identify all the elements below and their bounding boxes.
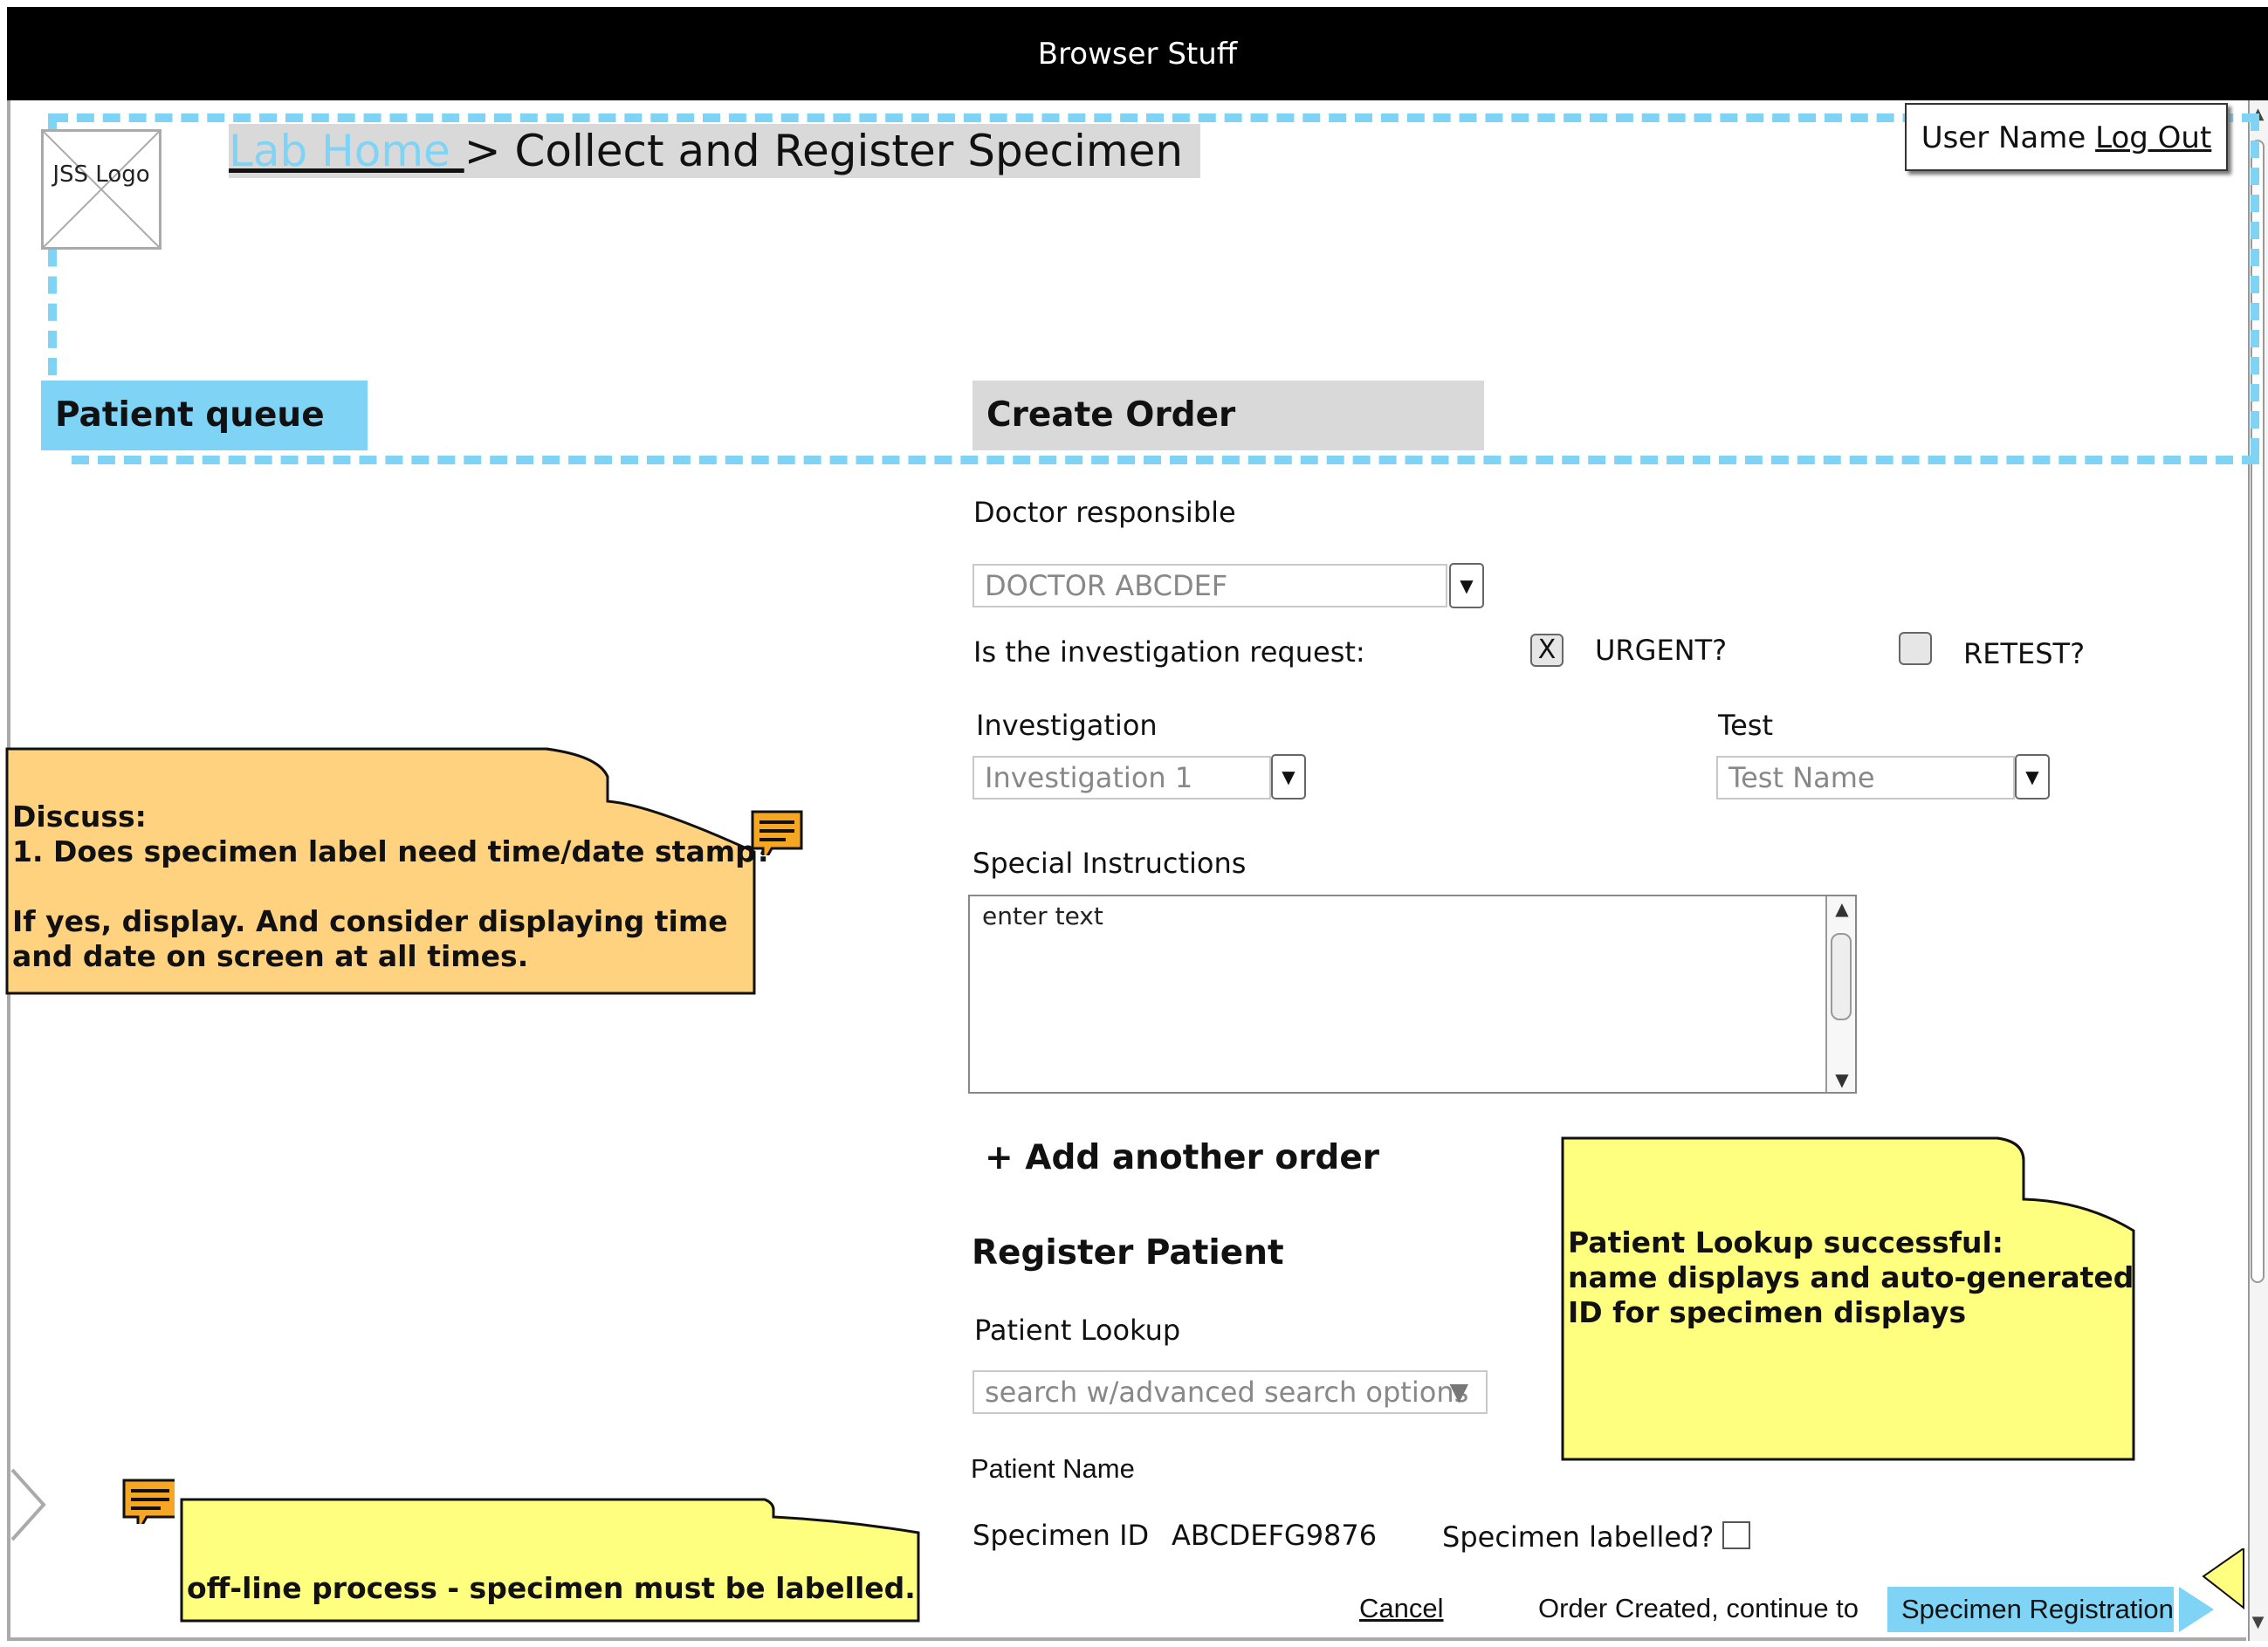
callout-pointer-icon xyxy=(2202,1548,2244,1609)
user-box: User Name Log Out xyxy=(1905,103,2228,171)
doctor-label: Doctor responsible xyxy=(973,496,1236,529)
header-highlight-right xyxy=(2251,113,2259,456)
patient-name-label: Patient Name xyxy=(971,1453,1135,1484)
chevron-down-icon[interactable]: ▼ xyxy=(1271,754,1306,799)
test-select[interactable]: Test Name xyxy=(1716,756,2015,799)
breadcrumb-home-link[interactable]: Lab Home xyxy=(229,126,464,176)
image-placeholder-icon xyxy=(44,132,159,247)
offline-note: off-line process - specimen must be labe… xyxy=(187,1571,916,1605)
discuss-note: Discuss: 1. Does specimen label need tim… xyxy=(12,799,773,973)
add-another-order-link[interactable]: + Add another order xyxy=(985,1138,1379,1177)
patient-lookup-label: Patient Lookup xyxy=(974,1314,1181,1347)
logout-link[interactable]: Log Out xyxy=(2095,120,2211,155)
patient-lookup-search[interactable]: search w/advanced search options ▼ xyxy=(972,1370,1488,1414)
continue-text: Order Created, continue to xyxy=(1538,1593,1859,1623)
patient-lookup-placeholder: search w/advanced search options xyxy=(985,1376,1469,1409)
test-label: Test xyxy=(1718,709,1774,742)
doctor-select[interactable]: DOCTOR ABCDEF xyxy=(972,564,1447,607)
urgent-checkbox[interactable]: X xyxy=(1530,634,1564,667)
logo-text: JSS Logo xyxy=(52,161,150,188)
browser-title-bar: Browser Stuff xyxy=(7,7,2268,100)
special-instructions-label: Special Instructions xyxy=(972,847,1247,880)
comment-icon[interactable] xyxy=(122,1479,175,1524)
cancel-link[interactable]: Cancel xyxy=(1359,1593,1444,1624)
tab-patient-queue[interactable]: Patient queue xyxy=(41,381,368,450)
comment-icon[interactable] xyxy=(751,810,803,855)
chevron-down-icon[interactable]: ▼ xyxy=(2015,754,2050,799)
specimen-labelled-checkbox[interactable] xyxy=(1722,1521,1750,1549)
specimen-labelled-label: Specimen labelled? xyxy=(1442,1520,1715,1554)
specimen-registration-button[interactable]: Specimen Registration xyxy=(1887,1587,2174,1632)
retest-checkbox[interactable] xyxy=(1899,632,1932,665)
breadcrumb-separator: > xyxy=(464,126,501,176)
textarea-scroll-thumb[interactable] xyxy=(1831,933,1852,1020)
specimen-id-label: Specimen ID xyxy=(972,1519,1150,1552)
investigation-label: Investigation xyxy=(976,709,1158,742)
user-name: User Name xyxy=(1921,120,2086,155)
textarea-scrollbar[interactable]: ▲ ▼ xyxy=(1825,896,1855,1092)
special-instructions-text: enter text xyxy=(982,902,1103,930)
chevron-down-icon[interactable]: ▼ xyxy=(1449,563,1484,608)
jss-logo: JSS Logo xyxy=(41,129,162,250)
browser-title: Browser Stuff xyxy=(1037,36,1238,72)
investigation-select[interactable]: Investigation 1 xyxy=(972,756,1271,799)
request-type-label: Is the investigation request: xyxy=(973,635,1365,669)
page-title: Collect and Register Specimen xyxy=(514,126,1184,176)
lookup-note: Patient Lookup successful: name displays… xyxy=(1568,1225,2134,1329)
urgent-label: URGENT? xyxy=(1595,634,1728,667)
dropdown-arrow-icon[interactable]: ▼ xyxy=(1449,1372,1468,1412)
retest-label: RETEST? xyxy=(1963,637,2086,670)
scroll-down-arrow-icon[interactable]: ▼ xyxy=(2248,1610,2268,1635)
scroll-down-arrow-icon[interactable]: ▼ xyxy=(1829,1069,1855,1090)
expand-chevron-icon[interactable] xyxy=(0,1466,52,1545)
breadcrumb: Lab Home > Collect and Register Specimen xyxy=(229,124,1201,178)
scroll-up-arrow-icon[interactable]: ▲ xyxy=(1829,898,1855,919)
header-highlight-bottom xyxy=(72,456,2259,464)
specimen-registration-label: Specimen Registration xyxy=(1901,1594,2174,1624)
special-instructions-textarea[interactable]: enter text ▲ ▼ xyxy=(968,895,1857,1094)
specimen-id-value: ABCDEFG9876 xyxy=(1172,1519,1378,1552)
register-patient-heading: Register Patient xyxy=(972,1233,1284,1273)
tab-create-order[interactable]: Create Order xyxy=(972,381,1484,450)
